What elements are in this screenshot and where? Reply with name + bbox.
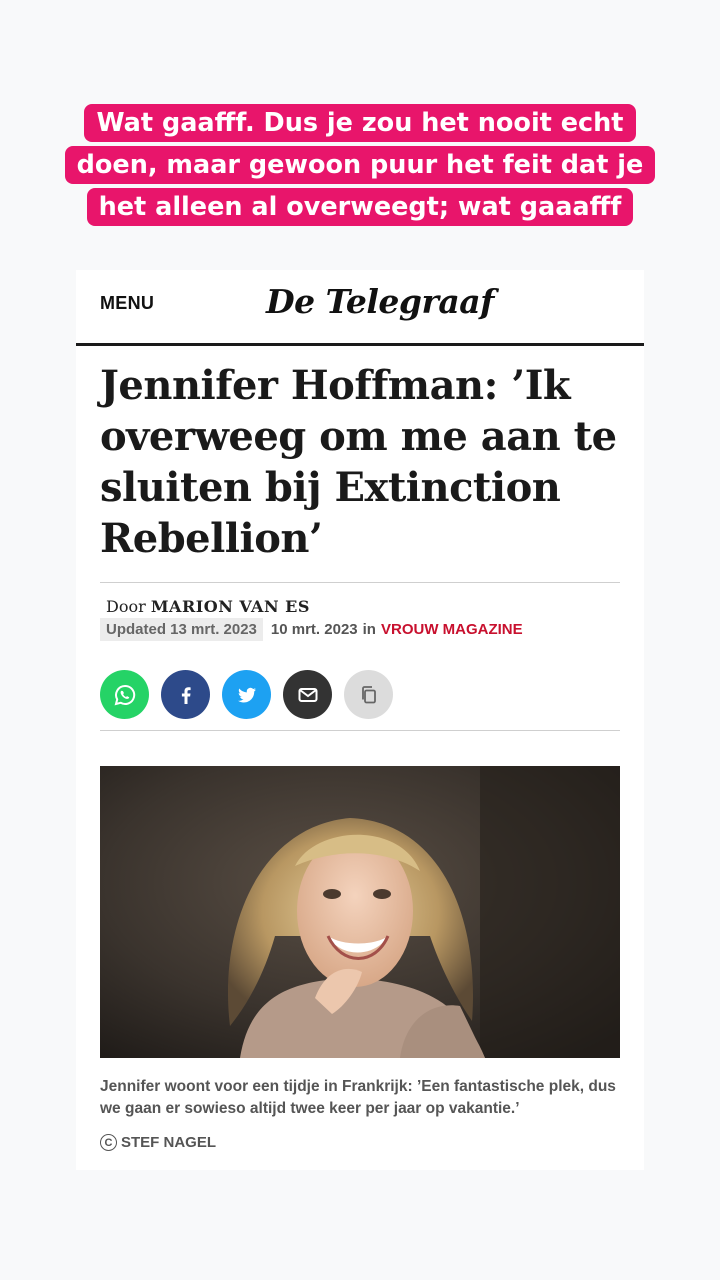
facebook-icon	[181, 686, 191, 704]
byline-prefix: Door	[106, 597, 146, 616]
caption-line-3: het alleen al overweegt; wat gaaafff	[86, 188, 634, 226]
menu-button[interactable]: MENU	[100, 293, 154, 314]
section-link[interactable]: VROUW MAGAZINE	[381, 621, 523, 638]
article-meta: Updated 13 mrt. 2023 10 mrt. 2023 in VRO…	[100, 618, 523, 641]
email-icon	[298, 687, 317, 702]
facebook-share-button[interactable]	[161, 670, 210, 719]
whatsapp-share-button[interactable]	[100, 670, 149, 719]
portrait-photo	[100, 766, 620, 1058]
photo-credit-name: STEF NAGEL	[121, 1134, 217, 1151]
photo-caption: Jennifer woont voor een tijdje in Frankr…	[100, 1078, 616, 1117]
share-buttons	[100, 670, 393, 719]
author-link[interactable]: MARION VAN ES	[151, 597, 310, 616]
article-photo[interactable]	[100, 766, 620, 1058]
site-header: MENU De Telegraaf	[76, 270, 644, 346]
twitter-icon	[237, 687, 256, 702]
divider-top	[100, 582, 620, 583]
photo-credit: C STEF NAGEL	[100, 1134, 216, 1151]
divider-bottom	[100, 730, 620, 731]
caption-line-1: Wat gaafff. Dus je zou het nooit echt	[84, 104, 636, 142]
article-screenshot-card: MENU De Telegraaf Jennifer Hoffman: ’Ik …	[76, 270, 644, 1170]
whatsapp-icon	[114, 684, 135, 705]
email-share-button[interactable]	[283, 670, 332, 719]
copy-link-button[interactable]	[344, 670, 393, 719]
copy-icon	[361, 685, 376, 703]
copyright-icon: C	[100, 1134, 117, 1151]
caption-line-2: doen, maar gewoon puur het feit dat je	[64, 146, 656, 184]
twitter-share-button[interactable]	[222, 670, 271, 719]
updated-date: Updated 13 mrt. 2023	[100, 618, 263, 641]
story-text-caption: Wat gaafff. Dus je zou het nooit echt do…	[45, 102, 675, 228]
site-logo[interactable]: De Telegraaf	[266, 282, 494, 321]
byline: Door MARION VAN ES	[106, 597, 310, 616]
section-prefix: in	[362, 621, 376, 638]
published-date: 10 mrt. 2023	[270, 621, 358, 638]
article-headline: Jennifer Hoffman: ’Ik overweeg om me aan…	[100, 362, 617, 562]
